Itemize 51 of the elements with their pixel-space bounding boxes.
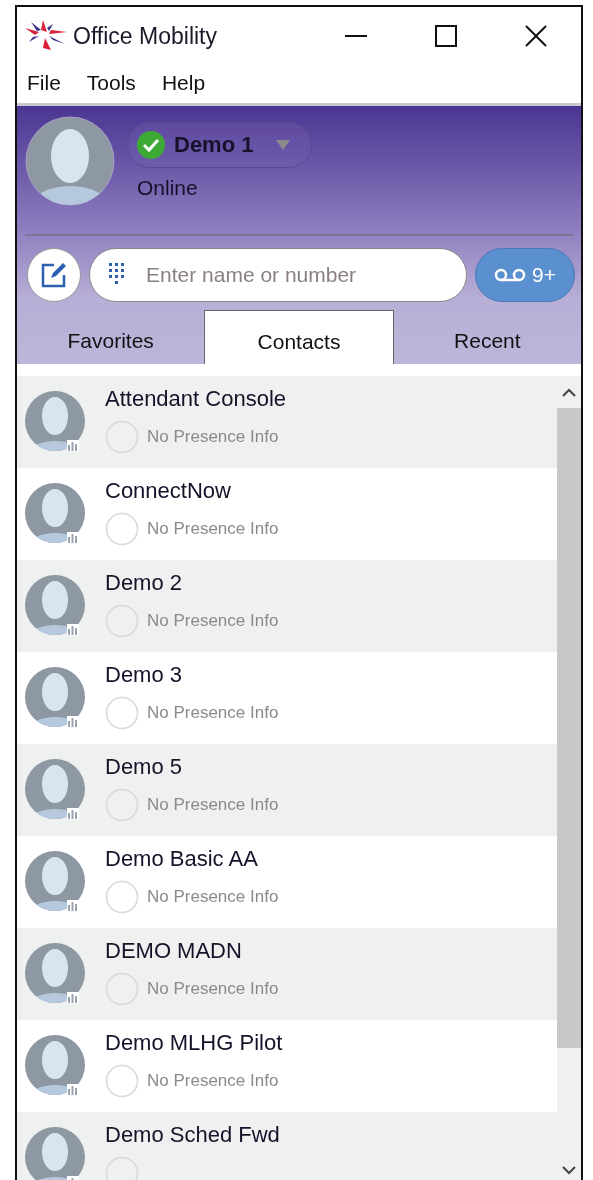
contact-name: ConnectNow: [105, 478, 232, 504]
menu-item[interactable]: Tools: [86, 71, 136, 95]
presence-circle-icon: [105, 788, 139, 822]
search-field[interactable]: Enter name or number: [89, 248, 467, 302]
presence-text: No Presence Info: [147, 887, 279, 907]
maximize-icon: [434, 24, 458, 48]
presence-text: No Presence Info: [147, 519, 279, 539]
contact-row[interactable]: DEMO MADN No Presence Info: [17, 928, 557, 1020]
presence-text: No Presence Info: [147, 1071, 279, 1091]
presence-text: No Presence Info: [147, 795, 279, 815]
presence-circle-icon: [105, 696, 139, 730]
presence-circle-icon: [105, 880, 139, 914]
presence-text: No Presence Info: [147, 427, 279, 447]
scroll-down-icon[interactable]: [562, 1165, 576, 1175]
menu-item[interactable]: Help: [161, 71, 206, 95]
presence-circle-icon: [105, 604, 139, 638]
window-title: Office Mobility: [73, 22, 217, 50]
contact-name: Demo MLHG Pilot: [105, 1030, 283, 1056]
compose-button[interactable]: [27, 248, 81, 302]
presence-text: No Presence Info: [147, 979, 279, 999]
tab[interactable]: Contacts: [204, 310, 394, 364]
caret-icon: [275, 139, 292, 151]
contact-row[interactable]: Attendant Console No Presence Info: [17, 376, 557, 468]
contact-row[interactable]: Demo 2 No Presence Info: [17, 560, 557, 652]
tab[interactable]: Recent: [393, 310, 581, 364]
menu-item[interactable]: File: [27, 71, 61, 95]
pencil-square-icon: [40, 261, 68, 289]
presence-circle-icon: [105, 512, 139, 546]
minimize-icon: [344, 35, 368, 37]
contact-name: Attendant Console: [105, 386, 287, 412]
presence-circle-icon: [105, 1064, 139, 1098]
presence-text: No Presence Info: [147, 703, 279, 723]
presence-text: No Presence Info: [147, 611, 279, 631]
voicemail-icon: [494, 267, 526, 283]
contact-name: Demo Basic AA: [105, 846, 259, 872]
scroll-up-icon[interactable]: [562, 388, 576, 398]
contact-name: DEMO MADN: [105, 938, 243, 964]
status-text: Online: [136, 176, 199, 200]
close-icon: [524, 24, 548, 48]
contact-row[interactable]: Demo Sched Fwd: [17, 1112, 557, 1180]
avatar-icon: [25, 116, 115, 206]
scrollbar[interactable]: [557, 376, 581, 1180]
presence-circle-icon: [105, 972, 139, 1006]
contact-row[interactable]: Demo 5 No Presence Info: [17, 744, 557, 836]
presence-circle-icon: [105, 420, 139, 454]
contact-name: Demo 2: [105, 570, 184, 596]
tab[interactable]: Favorites: [17, 310, 205, 364]
scrollbar-thumb[interactable]: [557, 408, 581, 1048]
contact-name: Demo 5: [105, 754, 184, 780]
contact-name: Demo 3: [105, 662, 184, 688]
contact-name: Demo Sched Fwd: [105, 1122, 280, 1148]
